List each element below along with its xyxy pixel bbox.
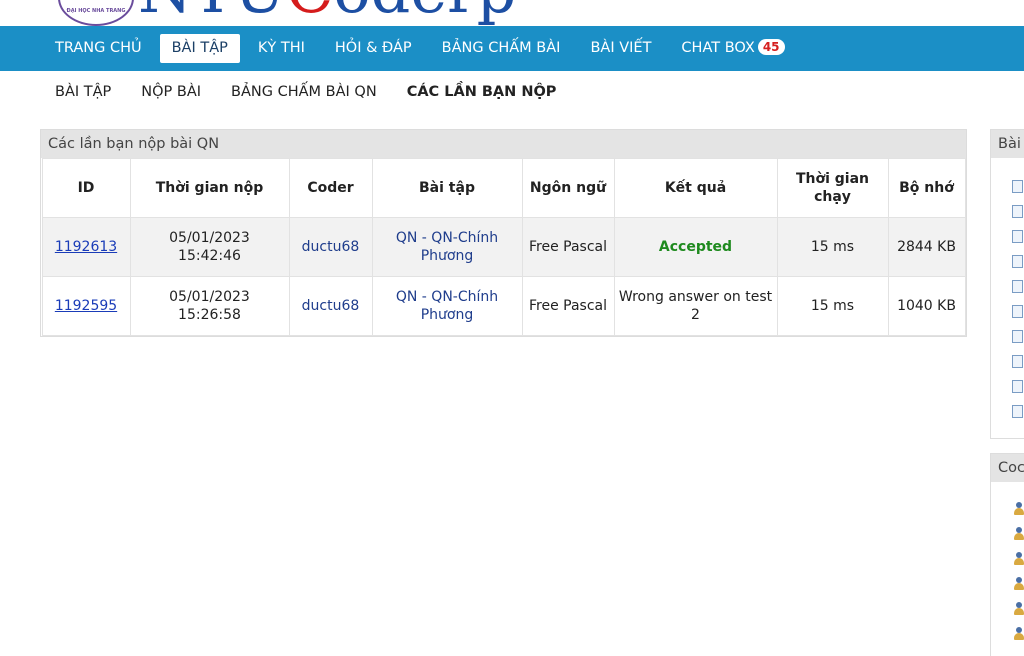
submit-clock: 15:42:46 — [178, 248, 241, 264]
submit-date: 05/01/2023 — [169, 289, 250, 305]
cell-problem[interactable]: QN - QN-Chính Phương — [371, 217, 523, 277]
col-header-runtime: Thời gian chạy — [776, 158, 889, 218]
university-seal-icon: ĐẠI HỌC NHA TRANG — [58, 0, 134, 26]
logo-oder: oder — [333, 0, 476, 27]
cell-submit-time: 05/01/2023 15:42:46 — [129, 217, 290, 277]
sidebar-problems-box: Bài — [990, 129, 1024, 439]
panel-title: Các lần bạn nộp bài QN — [41, 130, 966, 158]
document-icon[interactable] — [1012, 280, 1023, 293]
nav-label: BẢNG CHẤM BÀI — [441, 40, 561, 56]
document-icon[interactable] — [1012, 305, 1023, 318]
col-header-result: Kết quả — [613, 158, 778, 218]
submission-id-link[interactable]: 1192613 — [55, 239, 117, 255]
cell-language: Free Pascal — [521, 217, 615, 277]
sidebar-box-title: Coc — [991, 454, 1024, 482]
document-icon[interactable] — [1012, 205, 1023, 218]
sidebar-coders-box: Coc — [990, 453, 1024, 656]
user-icon[interactable] — [1013, 527, 1024, 541]
subnav-cac-lan-ban-nop[interactable]: CÁC LẦN BẠN NỘP — [407, 84, 557, 100]
cell-result: Accepted — [613, 217, 778, 277]
table-row: 1192613 05/01/2023 15:42:46 ductu68 QN - … — [41, 217, 966, 277]
sidebar-box-title: Bài — [991, 130, 1024, 158]
cell-language: Free Pascal — [521, 276, 615, 336]
nav-chat-box[interactable]: CHAT BOX 45 — [669, 34, 796, 63]
main-navigation: TRANG CHỦ BÀI TẬP KỲ THI HỎI & ĐÁP BẢNG … — [0, 26, 1024, 71]
col-header-memory: Bộ nhớ — [887, 158, 966, 218]
nav-bai-tap[interactable]: BÀI TẬP — [159, 34, 240, 63]
document-icon[interactable] — [1012, 380, 1023, 393]
cell-memory: 2844 KB — [887, 217, 966, 277]
cell-memory: 1040 KB — [887, 276, 966, 336]
col-header-id: ID — [41, 158, 131, 218]
chat-count-badge: 45 — [757, 39, 785, 55]
nav-label: CHAT BOX — [681, 40, 755, 56]
nav-label: HỎI & ĐÁP — [334, 40, 412, 56]
submission-id-link[interactable]: 1192595 — [55, 298, 117, 314]
cell-runtime: 15 ms — [776, 276, 889, 336]
nav-label: BÀI TẬP — [171, 40, 228, 56]
cell-result: Wrong answer on test 2 — [613, 276, 778, 336]
seal-text: ĐẠI HỌC NHA TRANG — [66, 8, 126, 14]
subnav-nop-bai[interactable]: NỘP BÀI — [141, 84, 201, 100]
cell-runtime: 15 ms — [776, 217, 889, 277]
user-icon[interactable] — [1013, 552, 1024, 566]
logo-ntu: NTU — [138, 0, 286, 27]
document-icon[interactable] — [1012, 355, 1023, 368]
nav-bai-viet[interactable]: BÀI VIẾT — [578, 34, 663, 63]
submissions-table: ID Thời gian nộp Coder Bài tập Ngôn ngữ … — [41, 158, 966, 336]
cell-submit-time: 05/01/2023 15:26:58 — [129, 276, 290, 336]
table-header-row: ID Thời gian nộp Coder Bài tập Ngôn ngữ … — [41, 158, 966, 218]
submit-clock: 15:26:58 — [178, 307, 241, 323]
col-header-coder: Coder — [288, 158, 373, 218]
table-row: 1192595 05/01/2023 15:26:58 ductu68 QN - … — [41, 276, 966, 336]
cell-coder[interactable]: ductu68 — [288, 276, 373, 336]
submit-date: 05/01/2023 — [169, 230, 250, 246]
document-icon[interactable] — [1012, 230, 1023, 243]
cell-id: 1192595 — [41, 276, 131, 336]
nav-ky-thi[interactable]: KỲ THI — [246, 34, 317, 63]
document-icon[interactable] — [1012, 255, 1023, 268]
nav-label: BÀI VIẾT — [590, 40, 652, 56]
document-icon[interactable] — [1012, 180, 1023, 193]
logo-wordmark: NTUCoderp — [138, 0, 516, 26]
col-header-language: Ngôn ngữ — [521, 158, 615, 218]
logo-tail: p — [477, 0, 517, 27]
nav-bang-cham-bai[interactable]: BẢNG CHẤM BÀI — [430, 34, 573, 63]
cell-coder[interactable]: ductu68 — [288, 217, 373, 277]
nav-label: TRANG CHỦ — [55, 40, 142, 56]
nav-label: KỲ THI — [257, 40, 305, 56]
cell-id: 1192613 — [41, 217, 131, 277]
sub-navigation: BÀI TẬP NỘP BÀI BẢNG CHẤM BÀI QN CÁC LẦN… — [55, 84, 586, 100]
user-icon[interactable] — [1013, 602, 1024, 616]
col-header-problem: Bài tập — [371, 158, 523, 218]
document-icon[interactable] — [1012, 330, 1023, 343]
nav-hoi-dap[interactable]: HỎI & ĐÁP — [323, 34, 424, 63]
col-header-submit-time: Thời gian nộp — [129, 158, 290, 218]
user-icon[interactable] — [1013, 577, 1024, 591]
user-icon[interactable] — [1013, 627, 1024, 641]
subnav-bang-cham-bai-qn[interactable]: BẢNG CHẤM BÀI QN — [231, 84, 377, 100]
cell-problem[interactable]: QN - QN-Chính Phương — [371, 276, 523, 336]
nav-trang-chu[interactable]: TRANG CHỦ — [43, 34, 154, 63]
user-icon[interactable] — [1013, 502, 1024, 516]
document-icon[interactable] — [1012, 405, 1023, 418]
submissions-panel: Các lần bạn nộp bài QN ID Thời gian nộp … — [40, 129, 967, 337]
logo-c: C — [286, 0, 333, 27]
subnav-bai-tap[interactable]: BÀI TẬP — [55, 84, 111, 100]
